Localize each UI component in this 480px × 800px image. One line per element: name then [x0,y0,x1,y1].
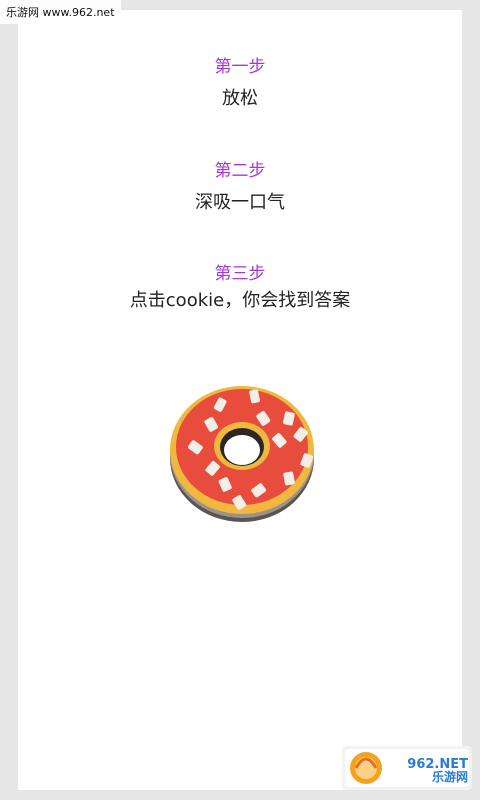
corner-brand: 962.NET 乐游网 [392,756,468,786]
step-1-text: 放松 [222,88,258,109]
cookie-button[interactable] [166,374,318,534]
step-2-text: 深吸一口气 [195,192,285,213]
top-watermark: 乐游网 www.962.net [0,0,121,24]
step-3-text: 点击cookie，你会找到答案 [129,290,351,311]
donut-icon [170,386,314,522]
step-2-title: 第二步 [214,161,266,181]
step-3-title: 第三步 [214,264,266,284]
corner-brand-bottom: 乐游网 [431,770,468,784]
content-card: 第一步 放松 第二步 深吸一口气 第三步 点击cookie，你会找到答案 [18,10,462,790]
step-1-title: 第一步 [214,57,266,77]
